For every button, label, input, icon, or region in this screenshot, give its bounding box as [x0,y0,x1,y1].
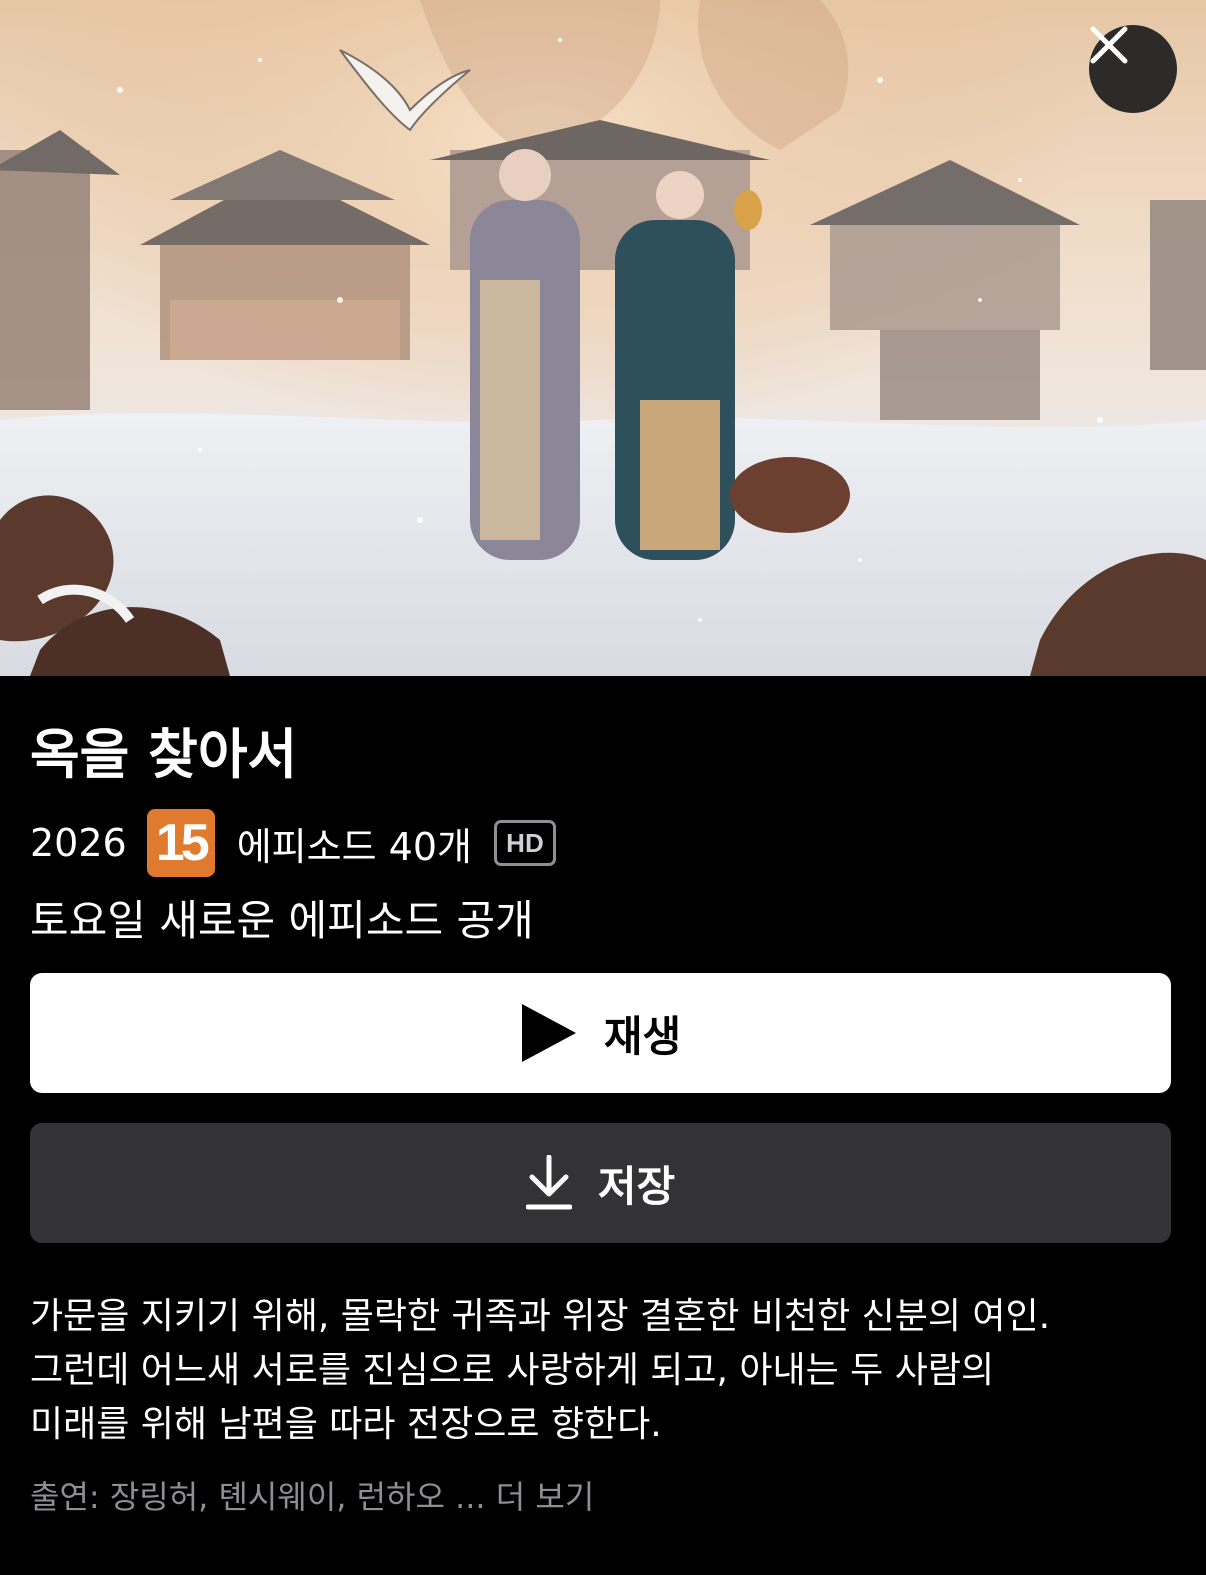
play-icon [520,1002,578,1064]
synopsis-line: 가문을 지키기 위해, 몰락한 귀족과 위장 결혼한 비천한 신분의 여인. [30,1296,1051,1337]
download-icon [525,1155,572,1211]
episode-count: 에피소드 40개 [236,824,472,869]
save-button-label: 저장 [597,1161,676,1211]
show-meta: 2026 15 에피소드 40개 HD [30,808,556,878]
more-link[interactable]: 더 보기 [496,1478,595,1516]
cast-list: 출연: 장링허, 톈시웨이, 런하오 ... [30,1478,486,1516]
synopsis: 가문을 지키기 위해, 몰락한 귀족과 위장 결혼한 비천한 신분의 여인. 그… [30,1290,1170,1452]
cast-line: 출연: 장링허, 톈시웨이, 런하오 ... 더 보기 [30,1474,594,1520]
close-button[interactable] [1089,25,1177,113]
age-rating-badge: 15 [146,809,215,877]
release-year: 2026 [30,821,127,865]
synopsis-line: 미래를 위해 남편을 따라 전장으로 향한다. [30,1404,662,1445]
synopsis-line: 그런데 어느새 서로를 진심으로 사랑하게 되고, 아내는 두 사람의 [30,1350,995,1391]
hd-badge: HD [493,820,556,866]
hero-banner [0,0,1206,676]
show-title: 옥을 찾아서 [30,723,298,786]
release-schedule: 토요일 새로운 에피소드 공개 [30,896,534,945]
hero-artwork [0,0,1206,676]
play-button-label: 재생 [603,1011,682,1061]
save-button[interactable]: 저장 [30,1123,1171,1243]
play-button[interactable]: 재생 [30,973,1171,1093]
